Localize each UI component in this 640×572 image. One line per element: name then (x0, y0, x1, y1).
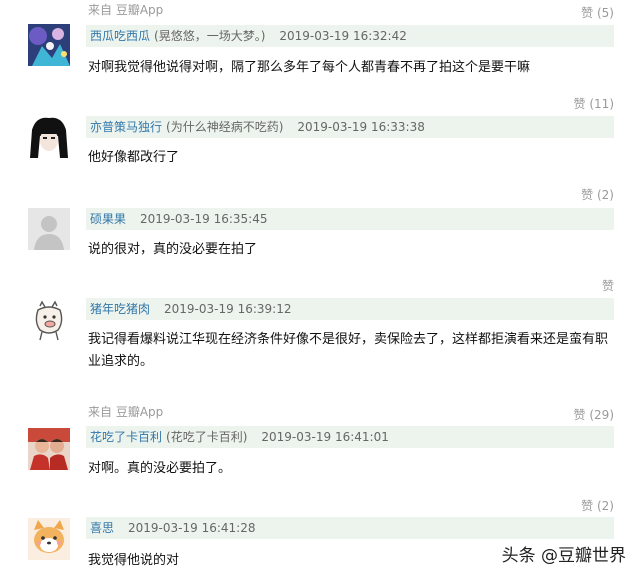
avatar[interactable] (28, 116, 70, 158)
comment-time: 2019-03-19 16:33:38 (297, 120, 425, 134)
like-button[interactable]: 赞 (2) (581, 497, 614, 514)
comment-text: 我记得看爆料说江华现在经济条件好像不是很好，卖保险去了，这样都拒演看来还是蛮有职… (88, 332, 609, 369)
comment-meta: 硕果果 2019-03-19 16:35:45 (86, 208, 614, 230)
user-signature: (为什么神经病不吃药) (166, 120, 284, 134)
comment-time: 2019-03-19 16:41:01 (261, 430, 389, 444)
username-link[interactable]: 亦普策马独行 (90, 120, 162, 134)
comment-meta: 喜思 2019-03-19 16:41:28 (86, 517, 614, 539)
default-avatar-icon (28, 208, 70, 250)
comment-text: 对啊。真的没必要拍了。 (88, 461, 232, 476)
user-signature: (晃悠悠，一场大梦。) (154, 29, 266, 43)
avatar-image (28, 428, 70, 470)
username-link[interactable]: 硕果果 (90, 212, 126, 226)
username-link[interactable]: 花吃了卡百利 (90, 430, 162, 444)
comment-time: 2019-03-19 16:41:28 (128, 521, 256, 535)
avatar[interactable] (28, 518, 70, 560)
comment-meta: 西瓜吃西瓜 (晃悠悠，一场大梦。) 2019-03-19 16:32:42 (86, 25, 614, 47)
watermark: 头条 @豆瓣世界 (501, 546, 626, 566)
avatar-image (28, 300, 70, 342)
like-button[interactable]: 赞 (602, 277, 614, 294)
avatar[interactable] (28, 428, 70, 470)
username-link[interactable]: 西瓜吃西瓜 (90, 29, 150, 43)
like-button[interactable]: 赞 (29) (574, 406, 614, 423)
like-button[interactable]: 赞 (2) (581, 186, 614, 203)
like-button[interactable]: 赞 (11) (574, 95, 614, 112)
comment-meta: 花吃了卡百利 (花吃了卡百利) 2019-03-19 16:41:01 (86, 426, 614, 448)
source-label: 来自 豆瓣App (88, 3, 164, 17)
comment-text: 他好像都改行了 (88, 150, 180, 165)
username-link[interactable]: 喜思 (90, 521, 114, 535)
comment-meta: 猪年吃猪肉 2019-03-19 16:39:12 (86, 298, 614, 320)
like-button[interactable]: 赞 (5) (581, 4, 614, 21)
source-label: 来自 豆瓣App (88, 405, 164, 419)
comment-time: 2019-03-19 16:32:42 (279, 29, 407, 43)
comment-meta: 亦普策马独行 (为什么神经病不吃药) 2019-03-19 16:33:38 (86, 116, 614, 138)
comment-time: 2019-03-19 16:35:45 (140, 212, 268, 226)
user-signature: (花吃了卡百利) (166, 430, 248, 444)
comment-text: 说的很对，真的没必要在拍了 (88, 242, 258, 257)
avatar[interactable] (28, 208, 70, 250)
avatar[interactable] (28, 300, 70, 342)
comment-text: 对啊我觉得他说得对啊，隔了那么多年了每个人都青春不再了拍这个是要干嘛 (88, 60, 531, 75)
comment-time: 2019-03-19 16:39:12 (164, 302, 292, 316)
avatar[interactable] (28, 24, 70, 66)
avatar-image (28, 24, 70, 66)
username-link[interactable]: 猪年吃猪肉 (90, 302, 150, 316)
avatar-image (28, 518, 70, 560)
avatar-image (28, 116, 70, 158)
